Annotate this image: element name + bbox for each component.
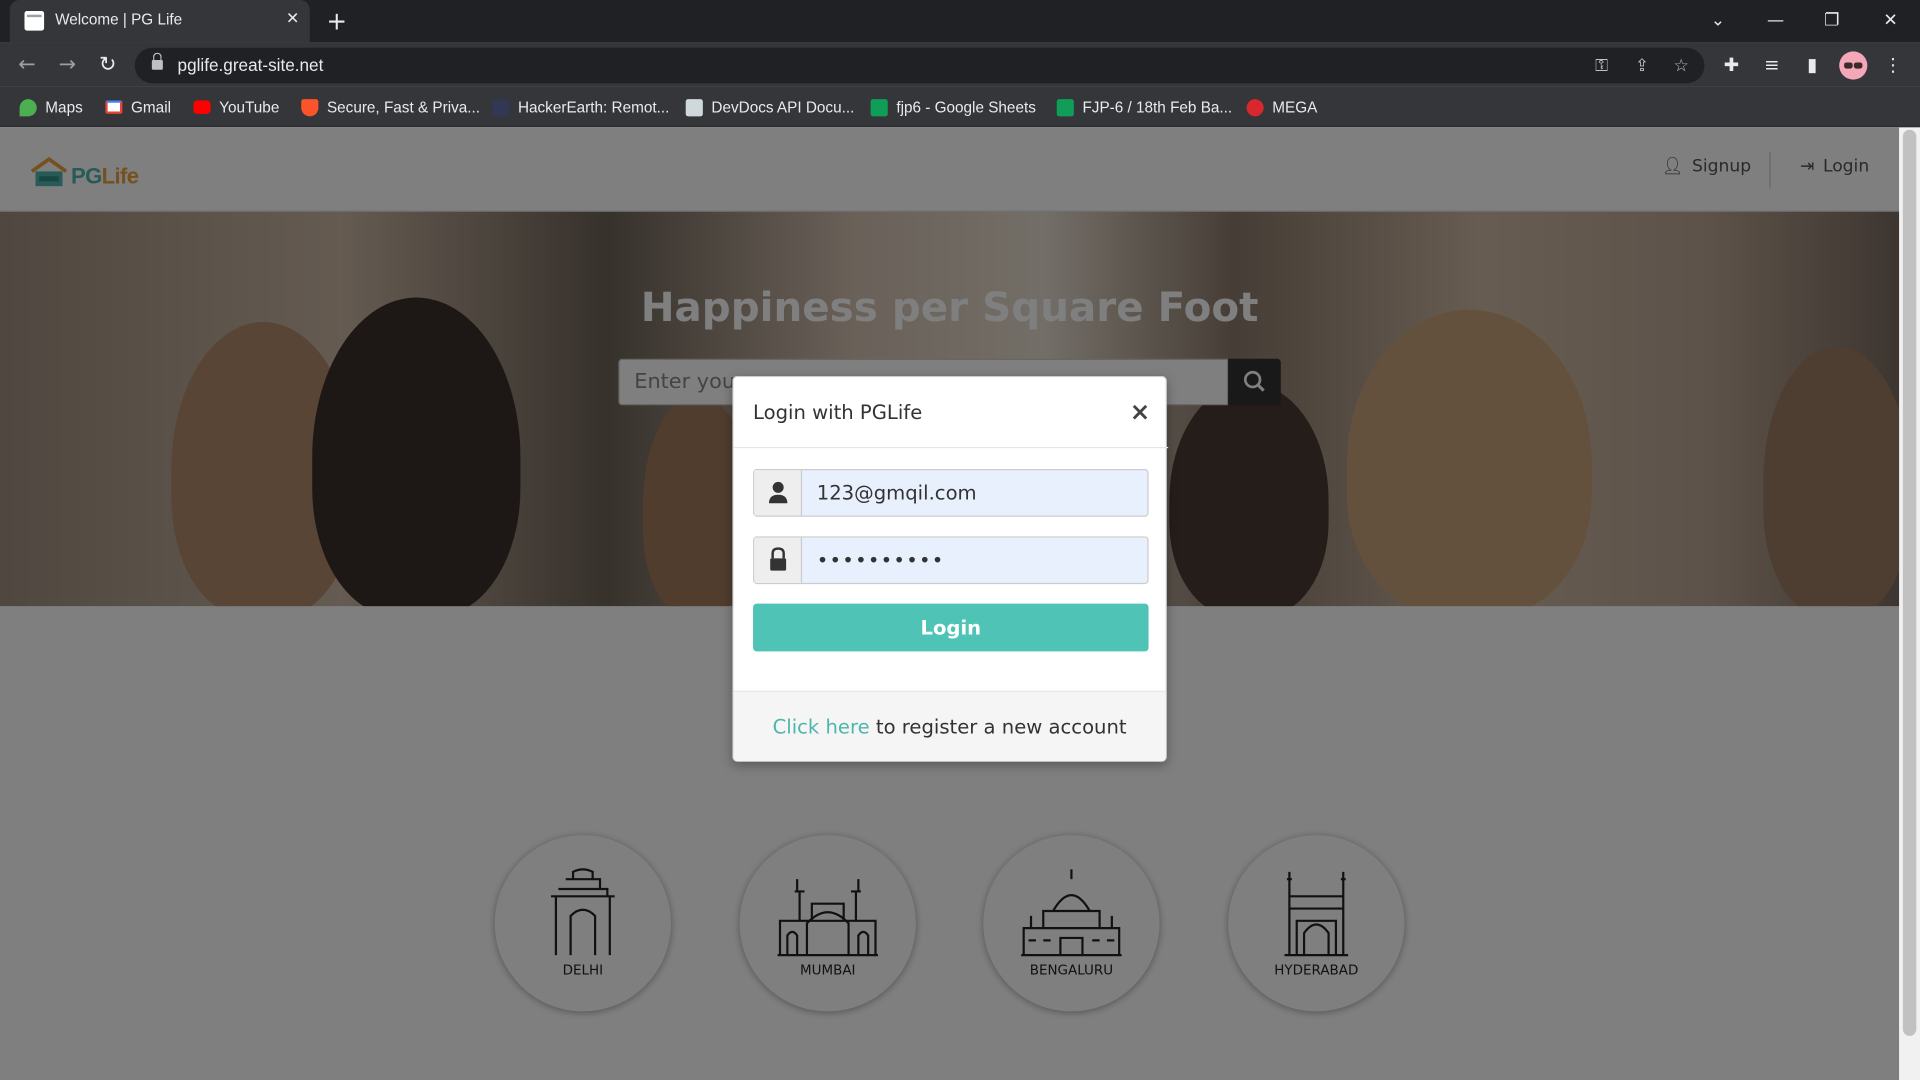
browser-tab[interactable]: Welcome | PG Life ✕ <box>9 0 310 43</box>
url-text[interactable]: pglife.great-site.net <box>178 55 324 75</box>
sheets-icon <box>870 98 888 116</box>
user-icon <box>754 470 803 516</box>
sheets-icon <box>1056 98 1074 116</box>
restore-icon[interactable]: ❐ <box>1818 7 1845 34</box>
bookmark-label: fjp6 - Google Sheets <box>896 98 1036 116</box>
profile-avatar[interactable] <box>1839 51 1868 80</box>
minimize-icon[interactable]: — <box>1762 7 1789 34</box>
star-icon[interactable]: ☆ <box>1669 54 1693 78</box>
lock-icon <box>754 537 803 583</box>
gmail-icon <box>105 100 123 114</box>
page-favicon-icon <box>24 11 45 31</box>
bookmark-gmail[interactable]: Gmail <box>105 97 171 118</box>
bookmark-label: YouTube <box>219 98 280 116</box>
address-bar[interactable]: pglife.great-site.net ⚿ ⇪ ☆ <box>134 47 1705 84</box>
bookmark-fjp6-sheets[interactable]: fjp6 - Google Sheets <box>870 97 1036 118</box>
register-text: to register a new account <box>869 715 1127 739</box>
bookmark-label: Maps <box>45 98 83 116</box>
reload-icon[interactable]: ↻ <box>93 50 122 79</box>
mega-icon <box>1246 98 1264 116</box>
email-field[interactable]: 123@gmqil.com <box>817 481 977 504</box>
youtube-icon <box>193 100 211 114</box>
lock-icon[interactable] <box>151 52 163 71</box>
bookmark-maps[interactable]: Maps <box>19 97 83 118</box>
page-scrollbar[interactable] <box>1899 127 1920 1080</box>
bookmark-fjp6-batch[interactable]: FJP-6 / 18th Feb Ba... <box>1056 97 1233 118</box>
bookmark-label: Secure, Fast & Priva... <box>326 98 481 116</box>
login-modal: Login with PGLife × 123@gmqil.com ••••••… <box>732 375 1169 762</box>
login-button[interactable]: Login <box>753 603 1149 652</box>
media-queue-icon[interactable]: ≡ <box>1758 51 1785 78</box>
bookmark-hackerearth[interactable]: HackerEarth: Remot... <box>492 97 669 118</box>
bookmark-label: FJP-6 / 18th Feb Ba... <box>1082 98 1233 116</box>
modal-title: Login with PGLife <box>753 400 923 424</box>
close-icon[interactable]: × <box>1128 398 1152 425</box>
browser-toolbar: ← → ↻ pglife.great-site.net ⚿ ⇪ ☆ ✚ ≡ ▮ … <box>0 42 1920 87</box>
modal-header: Login with PGLife × <box>733 377 1169 449</box>
scrollbar-thumb[interactable] <box>1902 129 1917 1036</box>
back-icon[interactable]: ← <box>12 50 41 79</box>
menu-icon[interactable]: ⋮ <box>1880 51 1907 78</box>
modal-footer: Click here to register a new account <box>733 690 1166 762</box>
tab-search-icon[interactable]: ⌄ <box>1704 7 1731 34</box>
tab-title: Welcome | PG Life <box>55 11 183 29</box>
close-tab-icon[interactable]: ✕ <box>282 9 304 31</box>
bookmarks-bar: Maps Gmail YouTube Secure, Fast & Priva.… <box>0 86 1920 128</box>
bookmark-youtube[interactable]: YouTube <box>193 97 279 118</box>
register-link[interactable]: Click here <box>773 715 870 738</box>
password-input-group: •••••••••• <box>753 536 1149 585</box>
bookmark-label: DevDocs API Docu... <box>711 98 855 116</box>
maps-icon <box>19 98 37 116</box>
hackerearth-icon <box>492 98 510 116</box>
share-icon[interactable]: ⇪ <box>1630 54 1654 78</box>
forward-icon[interactable]: → <box>53 50 82 79</box>
password-field[interactable]: •••••••••• <box>817 549 945 572</box>
new-tab-icon[interactable]: + <box>323 7 350 34</box>
bookmark-brave[interactable]: Secure, Fast & Priva... <box>301 97 480 118</box>
brave-icon <box>301 98 319 116</box>
bookmark-devdocs[interactable]: DevDocs API Docu... <box>685 97 855 118</box>
bookmark-label: MEGA <box>1272 98 1318 116</box>
bookmark-label: Gmail <box>131 98 172 116</box>
side-panel-icon[interactable]: ▮ <box>1799 51 1826 78</box>
bookmark-mega[interactable]: MEGA <box>1246 97 1318 118</box>
tab-strip: Welcome | PG Life ✕ + ⌄ — ❐ ✕ <box>0 0 1920 43</box>
key-icon[interactable]: ⚿ <box>1589 54 1613 78</box>
extensions-icon[interactable]: ✚ <box>1718 51 1745 78</box>
email-input-group: 123@gmqil.com <box>753 468 1149 517</box>
devdocs-icon <box>685 98 703 116</box>
bookmark-label: HackerEarth: Remot... <box>517 98 670 116</box>
close-window-icon[interactable]: ✕ <box>1877 7 1904 34</box>
